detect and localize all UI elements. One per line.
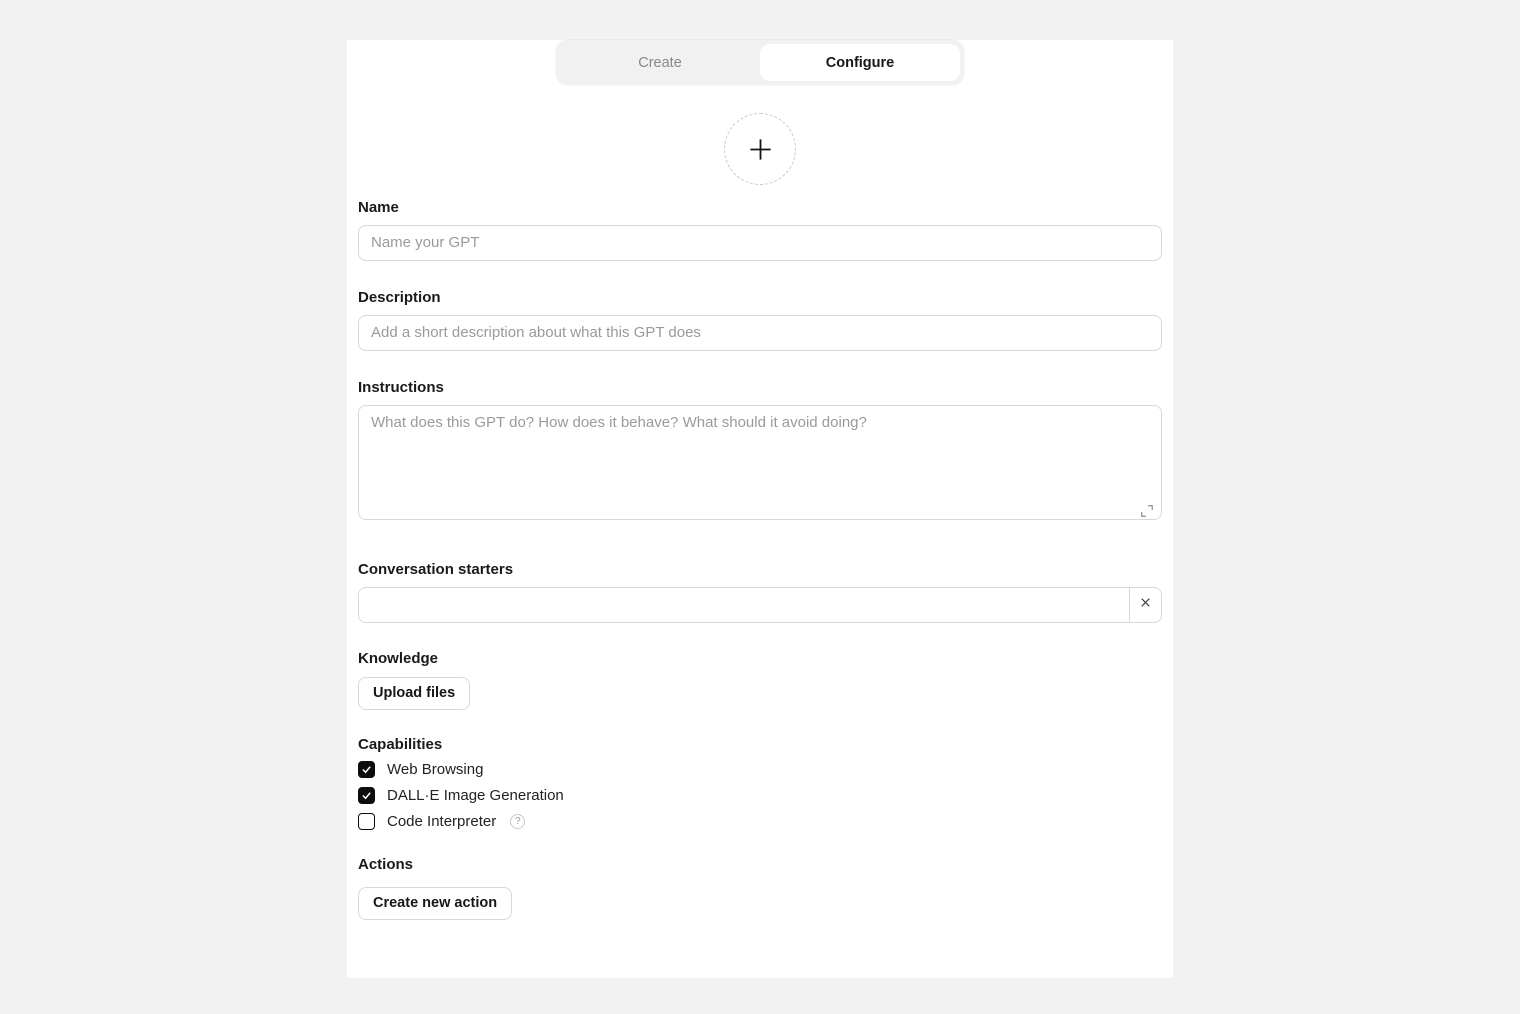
knowledge-label: Knowledge — [358, 650, 1162, 667]
tabs: Create Configure — [556, 40, 964, 85]
expand-icon[interactable] — [1140, 504, 1154, 518]
tab-configure[interactable]: Configure — [760, 44, 960, 81]
capability-code-interpreter: Code Interpreter ? — [358, 813, 1162, 830]
capability-label: Code Interpreter — [387, 813, 496, 830]
knowledge-section: Knowledge Upload files — [358, 650, 1162, 710]
capability-web-browsing: Web Browsing — [358, 761, 1162, 778]
instructions-field: Instructions — [358, 379, 1162, 525]
conversation-starter-row — [358, 587, 1162, 623]
tab-create[interactable]: Create — [560, 44, 760, 81]
conversation-starters-section: Conversation starters — [358, 561, 1162, 623]
actions-section: Actions Create new action — [358, 856, 1162, 920]
capability-label: Web Browsing — [387, 761, 483, 778]
plus-icon — [747, 136, 774, 163]
avatar-upload-button[interactable] — [724, 113, 796, 185]
name-label: Name — [358, 199, 1162, 216]
capability-checkbox[interactable] — [358, 787, 375, 804]
close-icon — [1139, 596, 1152, 614]
configure-panel: Create Configure Name Description Instru… — [347, 40, 1173, 978]
create-action-button[interactable]: Create new action — [358, 887, 512, 920]
conversation-starter-input[interactable] — [359, 588, 1129, 622]
capability-dalle: DALL·E Image Generation — [358, 787, 1162, 804]
capability-label: DALL·E Image Generation — [387, 787, 564, 804]
description-field: Description — [358, 289, 1162, 351]
instructions-textarea[interactable] — [358, 405, 1162, 520]
capability-checkbox[interactable] — [358, 761, 375, 778]
description-input[interactable] — [358, 315, 1162, 351]
capability-checkbox[interactable] — [358, 813, 375, 830]
name-input[interactable] — [358, 225, 1162, 261]
help-icon[interactable]: ? — [510, 814, 525, 829]
actions-label: Actions — [358, 856, 1162, 873]
capabilities-section: Capabilities Web Browsing DALL·E Image G… — [358, 736, 1162, 830]
conversation-starters-label: Conversation starters — [358, 561, 1162, 578]
remove-starter-button[interactable] — [1129, 588, 1161, 622]
capabilities-label: Capabilities — [358, 736, 1162, 753]
description-label: Description — [358, 289, 1162, 306]
name-field: Name — [358, 199, 1162, 261]
upload-files-button[interactable]: Upload files — [358, 677, 470, 710]
instructions-label: Instructions — [358, 379, 1162, 396]
